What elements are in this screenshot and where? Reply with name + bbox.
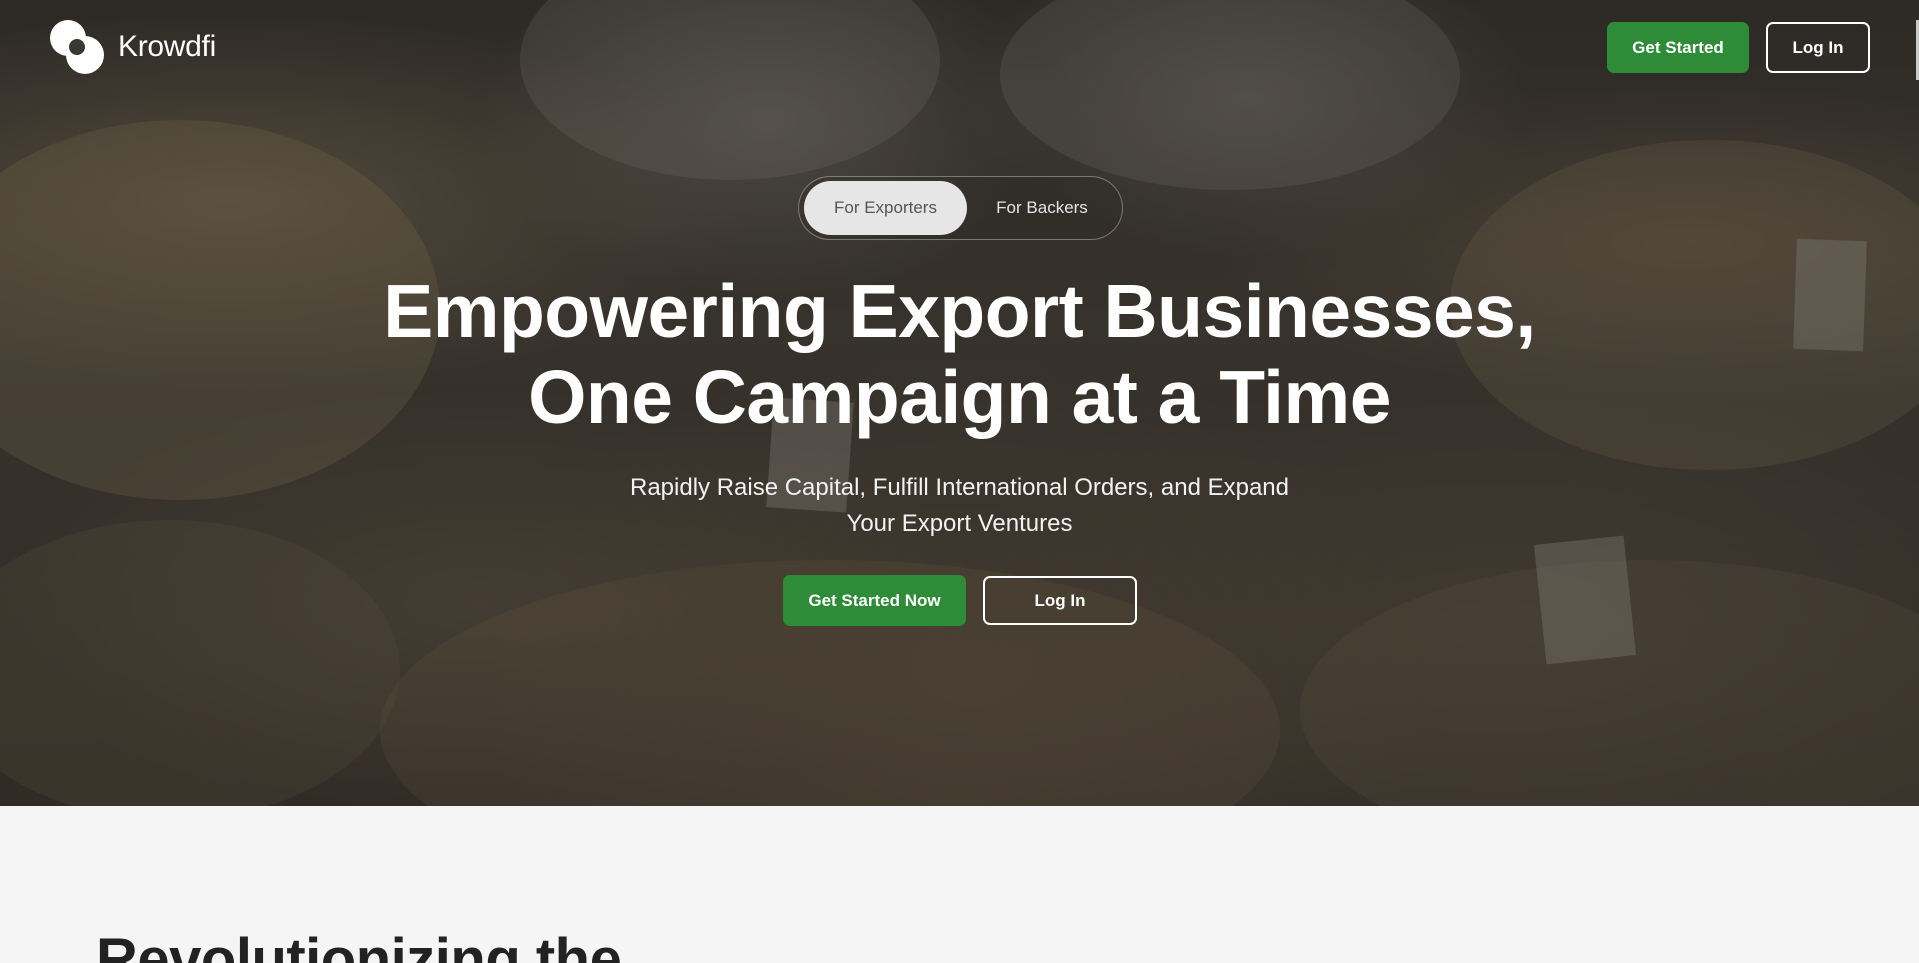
hero-headline-line-1: Empowering Export Businesses, — [383, 269, 1536, 353]
krowdfi-logo-icon — [50, 20, 104, 74]
brand-name: Krowdfi — [118, 30, 216, 63]
hero-log-in-button[interactable]: Log In — [983, 576, 1137, 625]
nav-log-in-button[interactable]: Log In — [1766, 22, 1870, 73]
toggle-for-backers[interactable]: For Backers — [967, 181, 1117, 235]
hero-headline: Empowering Export Businesses, One Campai… — [0, 268, 1919, 440]
brand-logo[interactable]: Krowdfi — [50, 20, 216, 74]
nav-actions: Get Started Log In — [1607, 22, 1870, 73]
get-started-now-button[interactable]: Get Started Now — [783, 575, 966, 626]
hero-headline-line-2: One Campaign at a Time — [528, 355, 1391, 439]
toggle-for-exporters[interactable]: For Exporters — [804, 181, 967, 235]
features-section: Revolutionizing the — [0, 806, 1919, 963]
hero-subheadline-line-1: Rapidly Raise Capital, Fulfill Internati… — [629, 474, 1289, 501]
hero-subheadline-line-2: Your Export Ventures — [846, 510, 1073, 537]
hero-subheadline: Rapidly Raise Capital, Fulfill Internati… — [0, 470, 1919, 542]
section-heading: Revolutionizing the — [96, 927, 622, 963]
nav-get-started-button[interactable]: Get Started — [1607, 22, 1749, 73]
hero-section: Krowdfi Get Started Log In For Exporters… — [0, 0, 1919, 806]
audience-toggle: For Exporters For Backers — [798, 176, 1123, 240]
hero-cta-row: Get Started Now Log In — [783, 575, 1137, 626]
